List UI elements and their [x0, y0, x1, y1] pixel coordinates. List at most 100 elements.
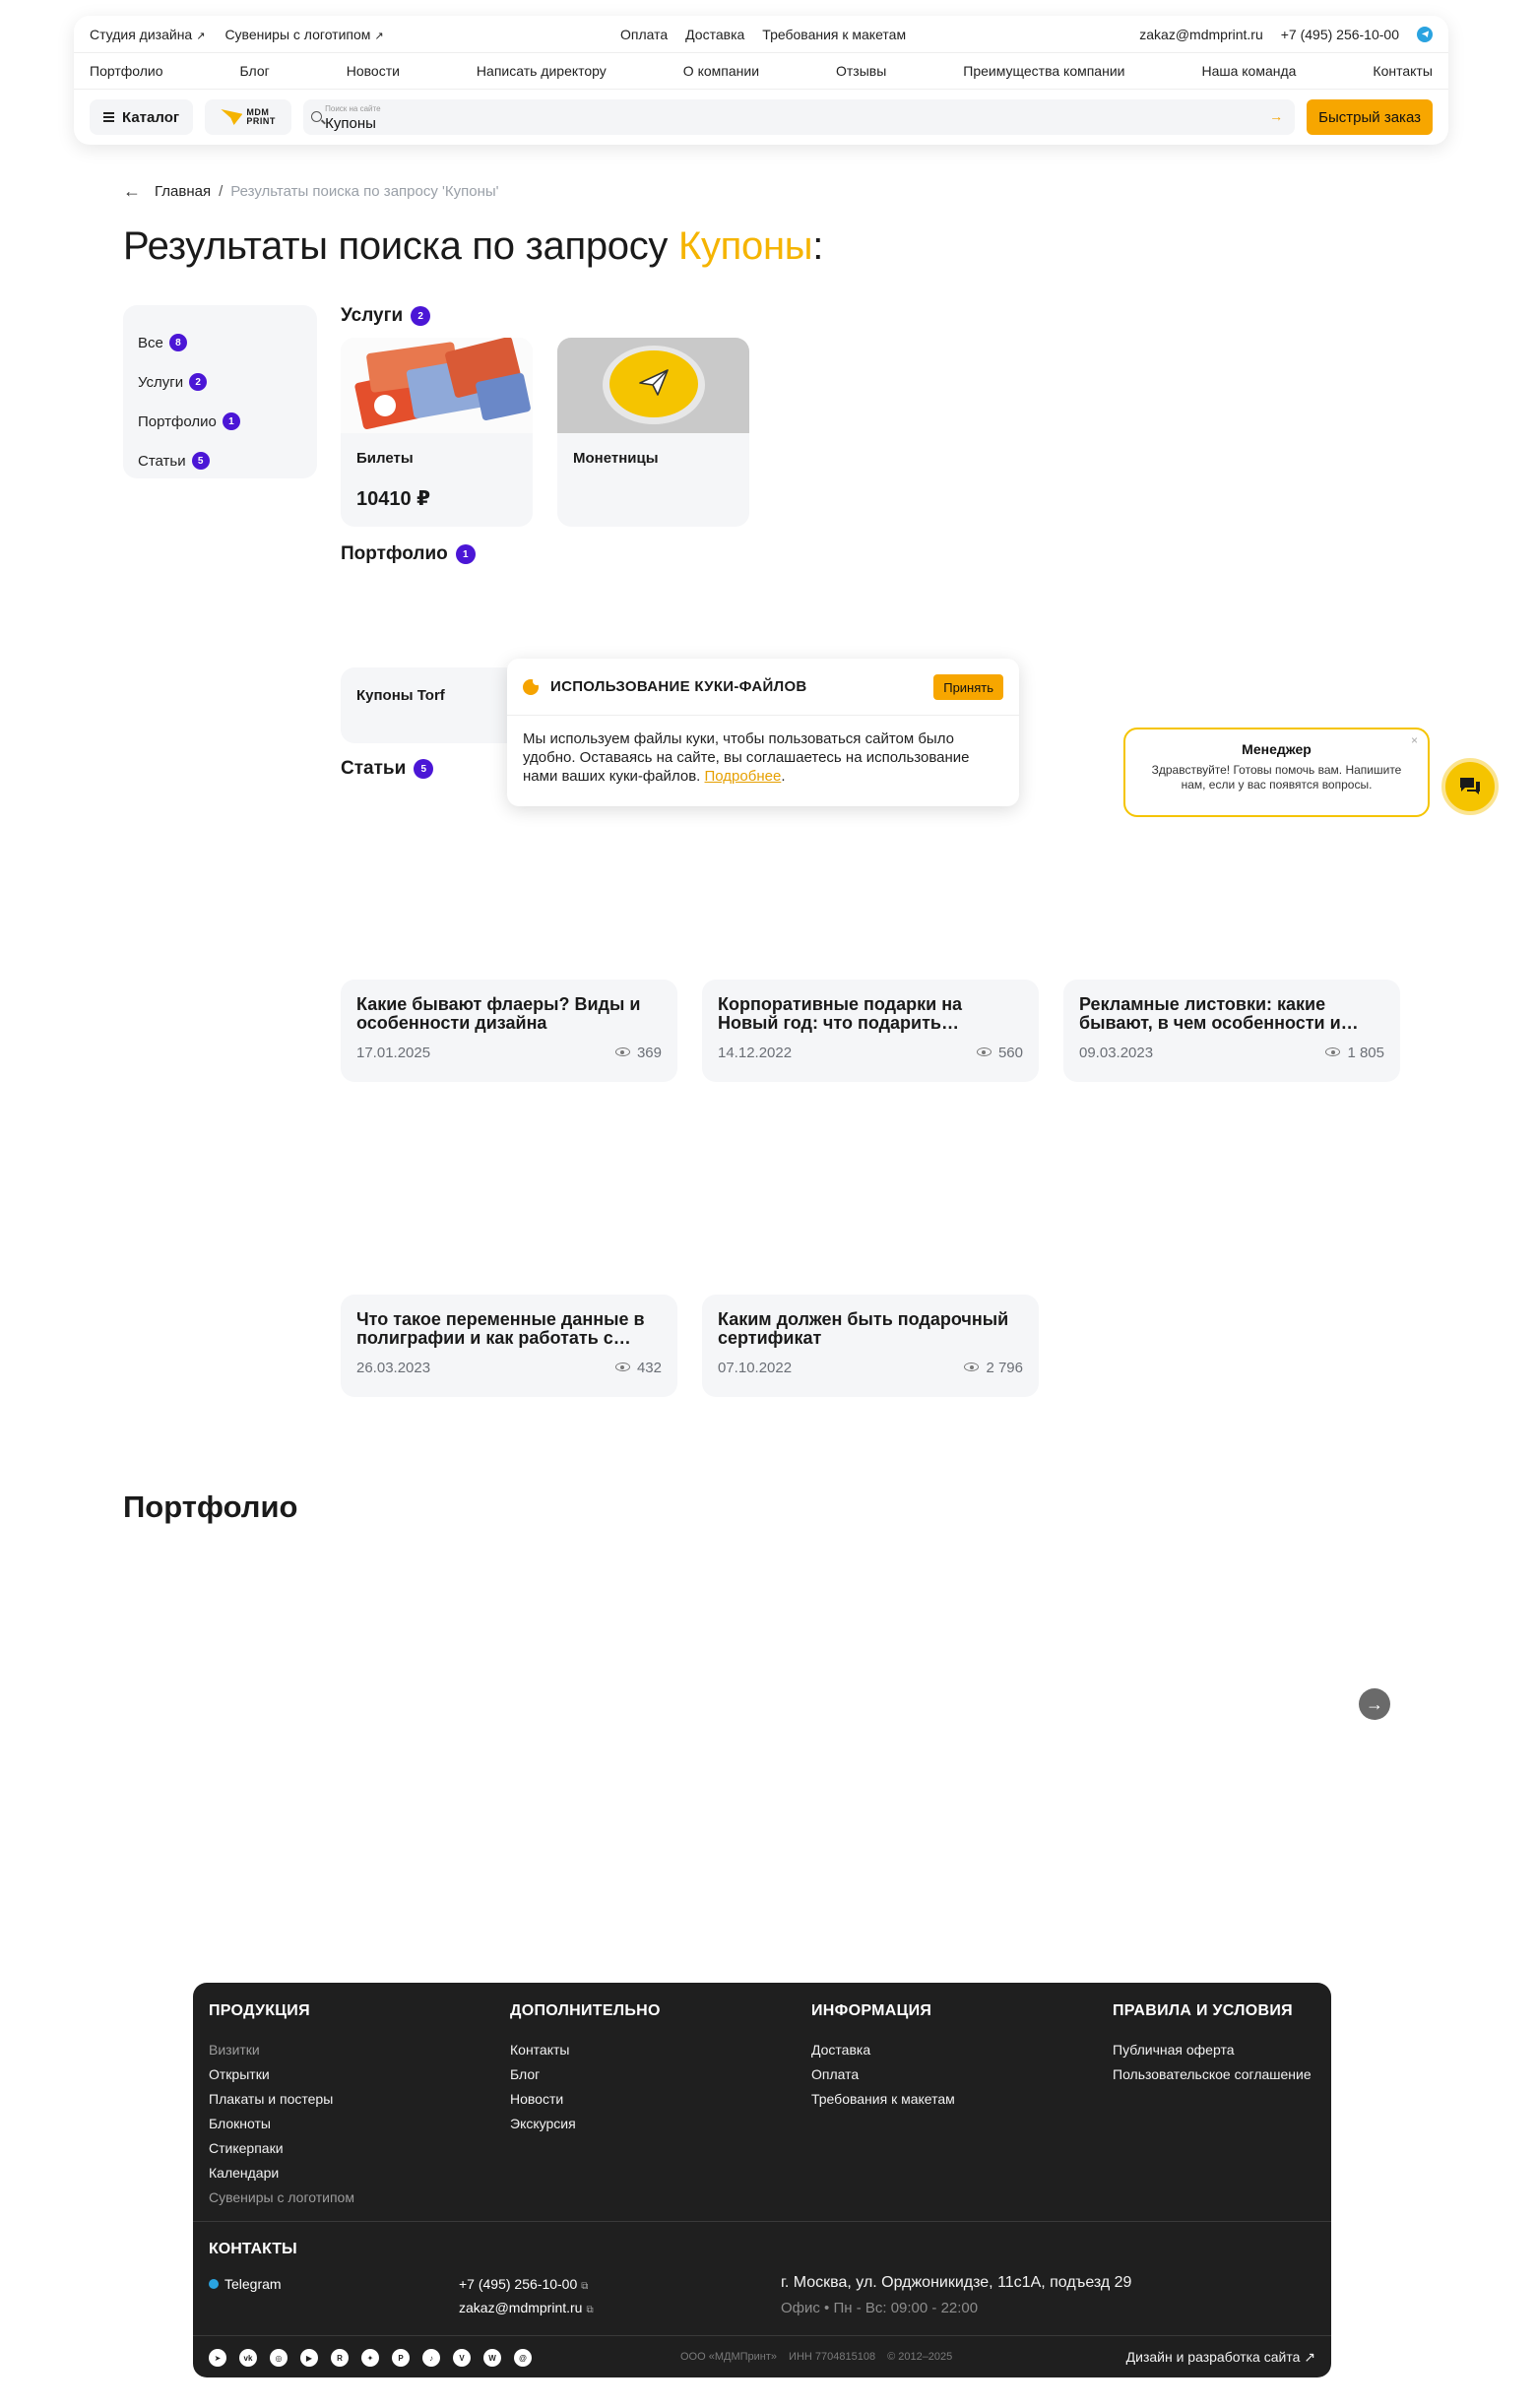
threads-icon[interactable]: @ [514, 2349, 532, 2367]
quick-order-button[interactable]: Быстрый заказ [1307, 99, 1433, 135]
search-input[interactable]: Поиск на сайте Купоны → [303, 99, 1296, 135]
search-icon [311, 111, 323, 122]
footer-developer-link[interactable]: Дизайн и разработка сайта ↗ [1126, 2349, 1315, 2366]
article-title: Корпоративные подарки на Новый год: что … [718, 995, 963, 1033]
nav-item-advantages[interactable]: Преимущества компании [963, 63, 1124, 79]
telegram-icon[interactable] [1417, 26, 1433, 42]
footer-col-information: ИНФОРМАЦИЯ Доставка Оплата Требования к … [811, 2002, 955, 2112]
footer-link[interactable]: Экскурсия [510, 2112, 661, 2136]
services-heading: Услуги 2 [341, 305, 431, 327]
manager-chat-bubble[interactable]: × Менеджер Здравствуйте! Готовы помочь в… [1123, 728, 1430, 817]
breadcrumb-separator: / [219, 183, 224, 200]
nav-item-news[interactable]: Новости [347, 63, 400, 79]
footer-link[interactable]: Блокноты [209, 2112, 354, 2136]
footer-contacts-heading: КОНТАКТЫ [209, 2241, 297, 2257]
footer-address: г. Москва, ул. Орджоникидзе, 11с1А, подъ… [781, 2274, 1132, 2291]
copy-icon[interactable]: ⧉ [586, 2305, 593, 2315]
footer-link[interactable]: Блог [510, 2062, 661, 2087]
chat-open-button[interactable] [1441, 758, 1499, 815]
footer-link[interactable]: Открытки [209, 2062, 354, 2087]
chat-title: Менеджер [1242, 741, 1312, 757]
service-card-coin-trays[interactable]: Монетницы [557, 338, 749, 527]
article-views: 1 805 [1347, 1045, 1384, 1061]
top-link-delivery[interactable]: Доставка [685, 27, 744, 42]
count-badge: 2 [189, 373, 208, 391]
dzen-icon[interactable]: ✦ [361, 2349, 379, 2367]
nav-item-write-director[interactable]: Написать директору [477, 63, 607, 79]
nav-item-team[interactable]: Наша команда [1201, 63, 1296, 79]
instagram-icon[interactable]: ◎ [270, 2349, 288, 2367]
filter-all[interactable]: Все 8 [138, 323, 302, 362]
top-link-requirements[interactable]: Требования к макетам [762, 27, 906, 42]
vk-icon[interactable]: vk [239, 2349, 257, 2367]
footer-link[interactable]: Сувениры с логотипом [209, 2186, 354, 2210]
filter-articles[interactable]: Статьи 5 [138, 441, 302, 480]
article-views: 369 [636, 1045, 662, 1061]
article-date: 14.12.2022 [718, 1045, 793, 1061]
telegram-icon[interactable]: ➤ [209, 2349, 226, 2367]
footer-link[interactable]: Визитки [209, 2038, 354, 2062]
search-submit-arrow-icon[interactable]: → [1269, 108, 1283, 124]
nav-item-about[interactable]: О компании [683, 63, 759, 79]
breadcrumb-home[interactable]: Главная [155, 183, 211, 200]
footer-divider [193, 2221, 1331, 2222]
footer-link[interactable]: Плакаты и постеры [209, 2087, 354, 2112]
copy-icon[interactable]: ⧉ [581, 2281, 588, 2292]
footer-phone[interactable]: +7 (495) 256-10-00 ⧉ [459, 2276, 588, 2292]
top-link-souvenirs[interactable]: Сувениры с логотипом ↗ [224, 27, 383, 42]
youtube-icon[interactable]: ▶ [300, 2349, 318, 2367]
menu-icon [103, 112, 114, 122]
article-card[interactable]: Рекламные листовки: какие бывают, в чем … [1063, 980, 1400, 1082]
footer-link[interactable]: Доставка [811, 2038, 955, 2062]
header-email-link[interactable]: zakaz@mdmprint.ru [1139, 27, 1262, 42]
footer-link[interactable]: Новости [510, 2087, 661, 2112]
tiktok-icon[interactable]: ♪ [422, 2349, 440, 2367]
whatsapp-icon[interactable]: W [483, 2349, 501, 2367]
header-phone-link[interactable]: +7 (495) 256-10-00 [1281, 27, 1399, 42]
footer-link[interactable]: Требования к макетам [811, 2087, 955, 2112]
filter-services[interactable]: Услуги 2 [138, 362, 302, 402]
service-card-tickets[interactable]: Билеты 10410 ₽ [341, 338, 533, 527]
cookie-accept-button[interactable]: Принять [933, 674, 1003, 700]
external-arrow-icon: ↗ [374, 30, 384, 42]
nav-item-blog[interactable]: Блог [240, 63, 270, 79]
footer-link[interactable]: Пользовательское соглашение [1113, 2062, 1312, 2087]
article-card[interactable]: Какие бывают флаеры? Виды и особенности … [341, 980, 677, 1082]
site-logo[interactable]: MDM PRINT [205, 99, 292, 135]
filter-portfolio[interactable]: Портфолио 1 [138, 402, 302, 441]
count-badge: 5 [191, 452, 210, 470]
cookie-more-link[interactable]: Подробнее [705, 768, 782, 785]
footer-link[interactable]: Оплата [811, 2062, 955, 2087]
site-header: Студия дизайна ↗ Сувениры с логотипом ↗ Оп… [74, 16, 1448, 145]
footer-telegram-link[interactable]: Telegram [209, 2276, 282, 2292]
portfolio-card[interactable]: Купоны Torf [341, 667, 533, 743]
viber-icon[interactable]: V [453, 2349, 471, 2367]
eye-icon [614, 1047, 630, 1056]
portfolio-heading: Портфолио 1 [341, 543, 476, 565]
nav-item-portfolio[interactable]: Портфолио [90, 63, 163, 79]
nav-item-reviews[interactable]: Отзывы [836, 63, 886, 79]
carousel-next-arrow-icon[interactable]: → [1359, 1688, 1390, 1720]
cookie-icon [523, 676, 541, 695]
nav-item-contacts[interactable]: Контакты [1373, 63, 1432, 79]
top-link-payment[interactable]: Оплата [620, 27, 668, 42]
pinterest-icon[interactable]: P [392, 2349, 410, 2367]
article-views: 2 796 [986, 1360, 1023, 1376]
footer-email[interactable]: zakaz@mdmprint.ru ⧉ [459, 2300, 594, 2315]
rutube-icon[interactable]: R [331, 2349, 349, 2367]
external-arrow-icon: ↗ [196, 30, 206, 42]
site-footer: ПРОДУКЦИЯ Визитки Открытки Плакаты и пос… [193, 1983, 1331, 2377]
footer-link[interactable]: Контакты [510, 2038, 661, 2062]
top-link-design-studio[interactable]: Студия дизайна ↗ [90, 27, 205, 42]
article-card[interactable]: Что такое переменные данные в полиграфии… [341, 1295, 677, 1397]
article-card[interactable]: Корпоративные подарки на Новый год: что … [702, 980, 1039, 1082]
article-card[interactable]: Каким должен быть подарочный сертификат … [702, 1295, 1039, 1397]
close-icon[interactable]: × [1411, 733, 1418, 747]
search-value: Купоны [325, 115, 376, 132]
footer-link[interactable]: Публичная оферта [1113, 2038, 1312, 2062]
service-image-tickets [341, 338, 533, 433]
footer-link[interactable]: Календари [209, 2161, 354, 2186]
footer-link[interactable]: Стикерпаки [209, 2136, 354, 2161]
catalog-button[interactable]: Каталог [90, 99, 194, 135]
back-arrow-icon[interactable]: ← [123, 181, 141, 202]
